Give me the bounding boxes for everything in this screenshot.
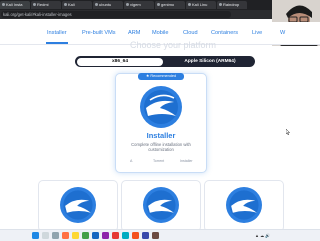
browser-tab[interactable]: Kali Insta bbox=[0, 1, 30, 9]
card-description: Complete offline installation with custo… bbox=[131, 142, 191, 152]
nav-pre-built-vms[interactable]: Pre-built VMs bbox=[82, 30, 116, 36]
nav-mobile[interactable]: Mobile bbox=[152, 30, 168, 36]
browser-tab[interactable]: Kali Linu bbox=[186, 1, 216, 9]
nav-installer[interactable]: Installer bbox=[47, 30, 67, 36]
arch-arm64-button[interactable]: Apple Silicon (ARM64) bbox=[167, 58, 253, 66]
browser-icon[interactable] bbox=[92, 232, 99, 239]
search-icon[interactable] bbox=[42, 232, 49, 239]
system-tray[interactable]: ▲ ☁ 🔊 bbox=[255, 233, 270, 238]
nav-cloud[interactable]: Cloud bbox=[183, 30, 198, 36]
installer-card[interactable]: ★ Recommended Installer Complete offline… bbox=[115, 73, 207, 173]
nav-arm[interactable]: ARM bbox=[128, 30, 140, 36]
app-icon[interactable] bbox=[132, 232, 139, 239]
browser-tab[interactable]: Raindrop bbox=[217, 1, 247, 9]
app-icon[interactable] bbox=[152, 232, 159, 239]
download-link[interactable]: A bbox=[130, 159, 132, 163]
nav-containers[interactable]: Containers bbox=[211, 30, 238, 36]
taskbar: ▲ ☁ 🔊 bbox=[0, 229, 320, 241]
browser-tab[interactable]: vigem bbox=[124, 1, 154, 9]
app-icon[interactable] bbox=[122, 232, 129, 239]
favicon-icon bbox=[126, 3, 129, 7]
favicon-icon bbox=[64, 3, 67, 7]
favicon-icon bbox=[188, 3, 191, 7]
folder-icon[interactable] bbox=[72, 232, 79, 239]
section-heading: Choose your platform bbox=[130, 40, 217, 50]
favicon-icon bbox=[95, 3, 98, 7]
app-icon[interactable] bbox=[102, 232, 109, 239]
browser-tab[interactable]: Redmi bbox=[31, 1, 61, 9]
browser-tab[interactable]: ubuntu bbox=[93, 1, 123, 9]
task-view-icon[interactable] bbox=[52, 232, 59, 239]
card-download-links: A Torrent Installer bbox=[122, 159, 200, 165]
mouse-cursor-icon bbox=[286, 129, 290, 135]
favicon-icon bbox=[219, 3, 222, 7]
nav-more[interactable]: W bbox=[280, 30, 285, 36]
torrent-link[interactable]: Torrent bbox=[153, 159, 164, 163]
browser-tab[interactable]: genimo bbox=[155, 1, 185, 9]
app-icon[interactable] bbox=[62, 232, 69, 239]
arch-x86-button[interactable]: x86_64 bbox=[77, 57, 163, 66]
image-card[interactable] bbox=[121, 180, 201, 232]
nav-live[interactable]: Live bbox=[252, 30, 262, 36]
image-logo-icon bbox=[143, 187, 179, 223]
app-icon[interactable] bbox=[112, 232, 119, 239]
active-tab-indicator bbox=[46, 42, 68, 44]
start-icon[interactable] bbox=[32, 232, 39, 239]
card-title: Installer bbox=[146, 131, 176, 140]
image-logo-icon bbox=[226, 187, 262, 223]
recommended-badge: ★ Recommended bbox=[138, 73, 184, 80]
installer-link[interactable]: Installer bbox=[180, 159, 193, 163]
image-card[interactable] bbox=[38, 180, 118, 232]
image-card[interactable] bbox=[204, 180, 284, 232]
favicon-icon bbox=[33, 3, 36, 7]
installer-logo-icon bbox=[140, 86, 182, 128]
app-icon[interactable] bbox=[82, 232, 89, 239]
architecture-toggle: x86_64 Apple Silicon (ARM64) bbox=[75, 56, 255, 67]
address-bar[interactable]: kali.org/get-kali/#kali-installer-images bbox=[1, 11, 231, 18]
favicon-icon bbox=[2, 3, 5, 7]
app-icon[interactable] bbox=[142, 232, 149, 239]
image-logo-icon bbox=[60, 187, 96, 223]
favicon-icon bbox=[157, 3, 160, 7]
browser-tab[interactable]: Kali bbox=[62, 1, 92, 9]
